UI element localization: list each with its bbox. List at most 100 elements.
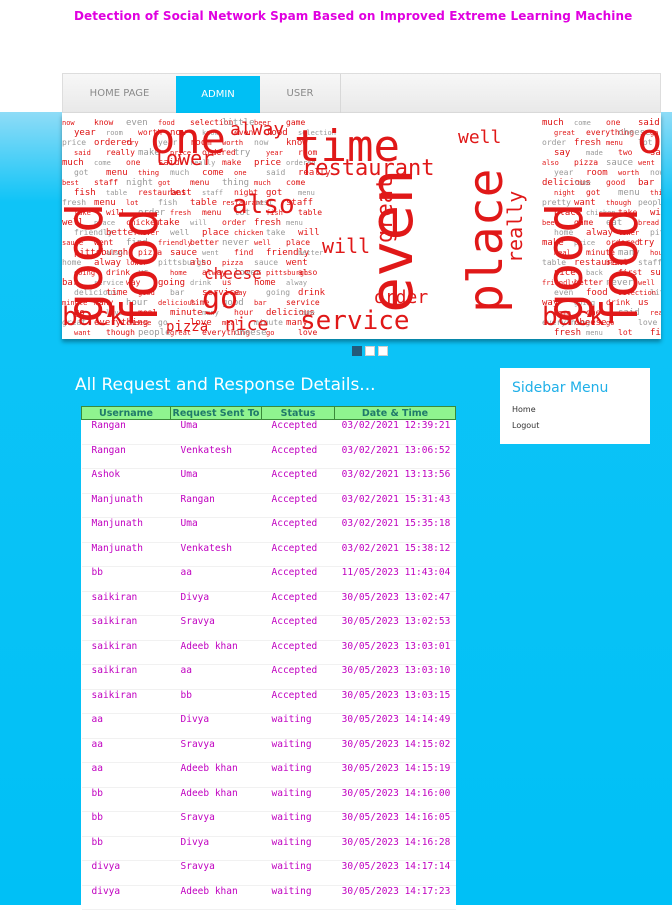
sidebar-link-home[interactable]: Home [512, 405, 536, 414]
word-cloud-word: pittsburgh [650, 228, 661, 237]
cell-status: Accepted [261, 640, 335, 665]
word-cloud-word: better [190, 238, 219, 247]
word-cloud-word: thing [650, 189, 661, 197]
slider-pagination [352, 341, 391, 356]
table-row: aa Adeeb khan waiting 30/05/2023 14:15:19 [81, 762, 456, 788]
word-cloud-word: also [542, 159, 559, 167]
word-cloud-word: nice [225, 314, 268, 335]
word-cloud-word: pizza [574, 158, 598, 167]
cell-status: Accepted [261, 517, 335, 543]
word-cloud-word: now [62, 119, 75, 127]
table-row: Rangan Uma Accepted 03/02/2021 12:39:21 [81, 419, 456, 445]
word-cloud-word: went [286, 258, 308, 268]
cell-request-sent-to: Adeeb khan [170, 885, 262, 910]
table-row: divya Sravya waiting 30/05/2023 14:17:14 [81, 860, 456, 886]
cell-status: Accepted [261, 591, 335, 616]
word-cloud-word: night [554, 189, 575, 197]
cell-username: aa [81, 713, 171, 739]
col-username: Username [81, 406, 171, 420]
word-cloud-word: much [542, 118, 564, 128]
cell-date-time: 30/05/2023 14:16:05 [334, 811, 456, 837]
cell-status: Accepted [261, 419, 335, 445]
word-cloud-word: know [94, 118, 113, 127]
cell-username: Manjunath [81, 493, 171, 518]
cell-status: waiting [261, 762, 335, 788]
content-title: All Request and Response Details... [75, 375, 376, 395]
cell-date-time: 30/05/2023 14:15:19 [334, 762, 456, 788]
table-row: bb Divya waiting 30/05/2023 14:16:28 [81, 836, 456, 861]
cell-date-time: 30/05/2023 13:02:53 [334, 615, 456, 641]
word-cloud-word: fish [650, 328, 661, 338]
word-cloud-word: fish [158, 198, 177, 207]
cell-username: Rangan [81, 444, 171, 469]
word-cloud-word: great [373, 177, 398, 243]
cell-date-time: 03/02/2021 15:31:43 [334, 493, 456, 518]
word-cloud-word: though [606, 199, 631, 207]
cell-date-time: 30/05/2023 14:17:23 [334, 885, 456, 910]
word-cloud-word: one [126, 158, 141, 167]
table-row: saikiran Adeeb khan Accepted 30/05/2023 13:… [81, 640, 456, 665]
table-row: aa Divya waiting 30/05/2023 14:14:49 [81, 713, 456, 739]
word-cloud-word: well [254, 239, 271, 247]
cell-request-sent-to: Venkatesh [170, 444, 262, 469]
table-row: bb Adeeb khan waiting 30/05/2023 14:16:00 [81, 787, 456, 812]
word-cloud-word: sauce [170, 248, 197, 258]
cell-date-time: 30/05/2023 14:14:49 [334, 713, 456, 739]
word-cloud-word: much [254, 179, 271, 187]
cell-request-sent-to: Rangan [170, 493, 262, 518]
slider-dot-1[interactable] [352, 346, 362, 356]
word-cloud-word: never [222, 238, 250, 248]
word-cloud-word: hour [650, 249, 661, 257]
table-row: bb aa Accepted 11/05/2023 11:43:04 [81, 566, 456, 592]
word-cloud-word: thing [138, 169, 159, 177]
word-cloud-word: made [586, 149, 603, 157]
table-row: Manjunath Rangan Accepted 03/02/2021 15:31:… [81, 493, 456, 518]
cell-request-sent-to: Sravya [170, 860, 262, 886]
word-cloud-word: service [300, 306, 410, 336]
cell-username: aa [81, 762, 171, 788]
slider-dot-2[interactable] [365, 346, 375, 356]
word-cloud-word: one [606, 118, 621, 127]
word-cloud-word: menu [286, 219, 303, 227]
word-cloud-word: table [298, 208, 322, 217]
word-cloud-word: staff [202, 189, 223, 197]
nav-home-page[interactable]: HOME PAGE [63, 74, 176, 113]
word-cloud-word: order [374, 287, 428, 308]
cell-request-sent-to: Adeeb khan [170, 762, 262, 788]
sidebar-link-logout[interactable]: Logout [512, 421, 539, 430]
cell-status: Accepted [261, 566, 335, 592]
word-cloud-word: chicken [234, 229, 264, 237]
cell-date-time: 30/05/2023 13:03:10 [334, 664, 456, 690]
cell-request-sent-to: Uma [170, 517, 262, 543]
word-cloud-word: going [266, 288, 290, 297]
nav-user[interactable]: USER [260, 74, 340, 113]
word-cloud-word: come [94, 159, 111, 167]
cell-date-time: 03/02/2021 13:06:52 [334, 444, 456, 469]
word-cloud-word: year [266, 149, 283, 157]
cell-date-time: 03/02/2021 15:38:12 [334, 542, 456, 567]
word-cloud-word: price [62, 138, 86, 147]
cell-request-sent-to: Divya [170, 713, 262, 739]
word-cloud-word: menu [202, 208, 221, 217]
table-row: saikiran aa Accepted 30/05/2023 13:03:10 [81, 664, 456, 690]
cell-username: bb [81, 836, 171, 861]
cell-username: bb [81, 811, 171, 837]
cell-status: waiting [261, 811, 335, 837]
word-cloud-word: good [606, 178, 625, 187]
cell-request-sent-to: Sravya [170, 738, 262, 763]
cell-status: waiting [261, 885, 335, 910]
nav-admin[interactable]: ADMIN [176, 76, 260, 113]
word-cloud-word: worth [618, 169, 639, 177]
word-cloud-word: best [170, 188, 192, 198]
table-header-row: Username Request Sent To Status Date & T… [81, 406, 456, 420]
word-cloud-word: better [298, 249, 323, 257]
cell-request-sent-to: Venkatesh [170, 542, 262, 567]
word-cloud-word: back [62, 302, 125, 332]
word-cloud-word: come [574, 119, 591, 127]
cell-username: divya [81, 860, 171, 886]
cell-date-time: 30/05/2023 13:03:01 [334, 640, 456, 665]
word-cloud-word: said [266, 168, 285, 177]
slider-dot-3[interactable] [378, 346, 388, 356]
word-cloud-word: now [650, 168, 661, 177]
table-row: bb Sravya waiting 30/05/2023 14:16:05 [81, 811, 456, 837]
